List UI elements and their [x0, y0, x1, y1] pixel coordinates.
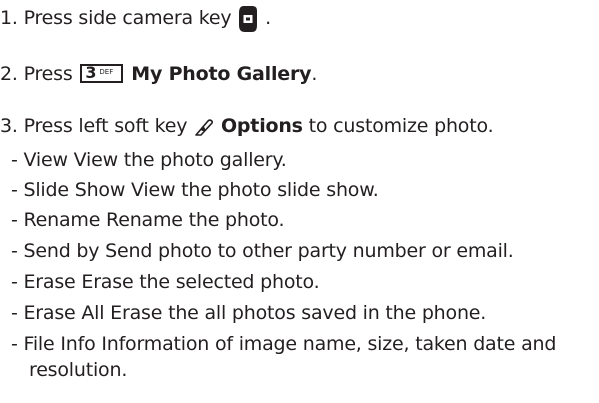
key-letters: DEF [99, 68, 114, 76]
step-1: 1. Press side camera key . [0, 4, 271, 34]
option-erase: - Erase Erase the selected photo. [11, 271, 320, 293]
step-3: 3. Press left soft key Options to custom… [0, 114, 494, 142]
option-view: - View View the photo gallery. [11, 149, 287, 171]
step-2: 2. Press 3 DEF My Photo Gallery. [0, 62, 317, 86]
options-label: Options [220, 115, 303, 137]
option-erase-all: - Erase All Erase the all photos saved i… [11, 302, 487, 324]
key-digit: 3 [85, 63, 97, 82]
option-send-by: - Send by Send photo to other party numb… [11, 240, 514, 262]
step-3-suffix: to customize photo. [308, 115, 494, 137]
option-file-info-continued: resolution. [29, 359, 128, 381]
camera-key-icon [237, 4, 259, 34]
my-photo-gallery-label: My Photo Gallery [131, 63, 312, 85]
left-soft-key-icon [193, 118, 215, 142]
step-1-text: 1. Press side camera key [0, 7, 232, 29]
key-3-def-icon: 3 DEF [80, 63, 124, 83]
step-3-text: 3. Press left soft key [0, 115, 188, 137]
step-1-period: . [265, 7, 271, 29]
step-2-period: . [311, 63, 318, 85]
option-slide-show: - Slide Show View the photo slide show. [11, 179, 379, 201]
step-2-text: 2. Press [0, 63, 73, 85]
option-file-info: - File Info Information of image name, s… [11, 333, 557, 355]
option-rename: - Rename Rename the photo. [11, 209, 285, 231]
